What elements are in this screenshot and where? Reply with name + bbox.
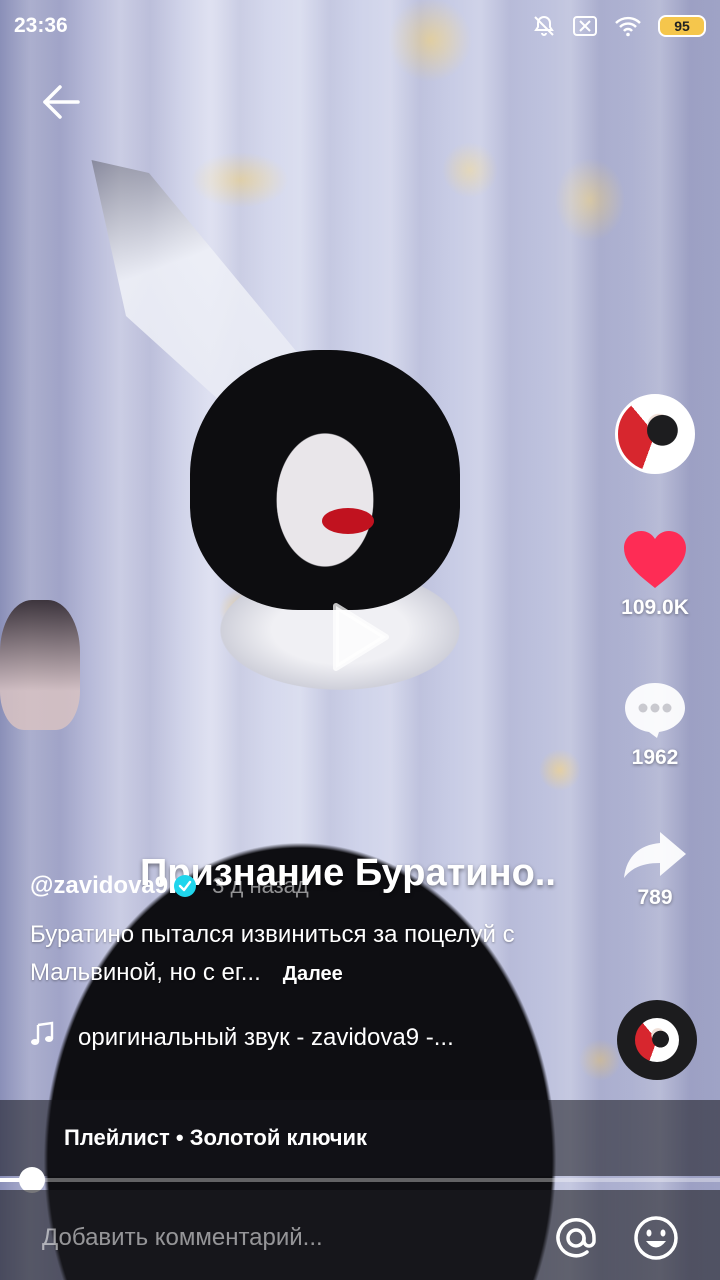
at-sign-icon [556,1218,596,1258]
verified-badge-icon [174,875,197,897]
heart-icon [624,531,686,588]
comment-bar [0,1190,720,1280]
sound-row[interactable]: оригинальный звук - zavidova9 -... [30,1021,590,1054]
video-progress-bar[interactable] [0,1167,720,1193]
music-note-icon [30,1021,56,1054]
play-button[interactable] [330,600,392,674]
smiley-icon [634,1216,678,1260]
comment-bubble-icon [625,683,685,738]
play-icon [333,603,389,671]
author-row: @zavidova9 3 д назад [30,866,590,906]
mute-icon [532,14,556,38]
author-handle[interactable]: @zavidova9 [30,872,168,900]
read-more-link[interactable]: Далее [283,963,343,985]
comment-input[interactable] [40,1220,504,1256]
description-text: Буратино пытался извиниться за поцелуй с… [30,921,515,986]
video-figure-lips [322,508,374,534]
like-button[interactable]: 109.0K [610,530,700,620]
post-time: 3 д назад [212,873,309,898]
like-count: 109.0K [621,596,689,619]
sim-off-icon [572,15,598,37]
author-avatar[interactable] [615,394,695,474]
share-count: 789 [637,886,673,909]
video-figure-head [190,350,460,610]
share-button[interactable]: 789 [610,830,700,910]
video-description[interactable]: Буратино пытался извиниться за поцелуй с… [30,916,590,993]
comment-count: 1962 [631,746,679,769]
share-arrow-icon [624,832,686,878]
back-button[interactable] [36,80,86,124]
music-disc-cover [635,1018,679,1062]
sound-name: оригинальный звук - zavidova9 -... [78,1023,454,1051]
video-figure-hand [0,600,80,730]
mention-button[interactable] [552,1214,600,1262]
action-rail: 109.0K 1962 789 [610,0,720,1280]
playlist-label: Плейлист • Золотой ключик [64,1125,368,1150]
caption-area: @zavidova9 3 д назад Буратино пытался из… [30,866,590,1054]
music-disc[interactable] [617,1000,697,1080]
playlist-bar[interactable]: Плейлист • Золотой ключик [0,1100,720,1176]
emoji-button[interactable] [632,1214,680,1262]
status-time: 23:36 [14,14,68,37]
comment-button[interactable]: 1962 [610,680,700,770]
arrow-left-icon [43,85,80,119]
